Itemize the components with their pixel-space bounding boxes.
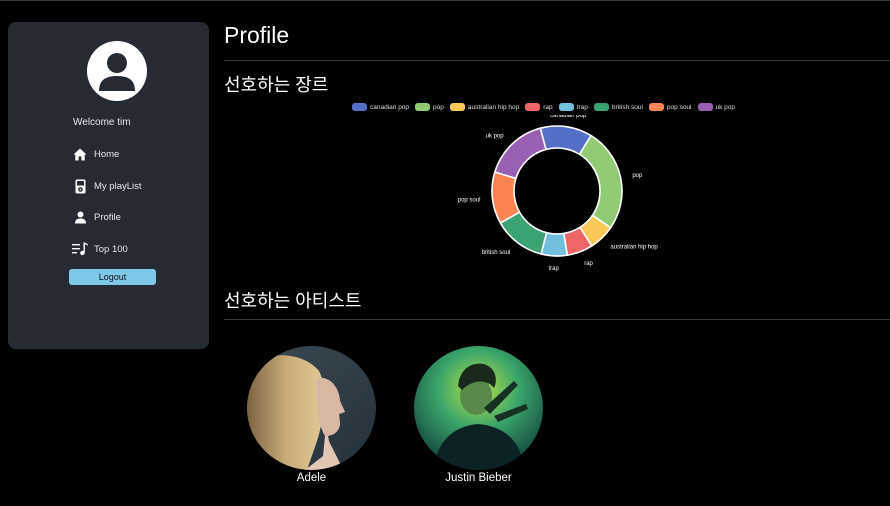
legend-swatch [352, 103, 367, 111]
home-icon [72, 146, 88, 162]
legend-item[interactable]: trap [558, 103, 588, 111]
divider [224, 60, 890, 61]
donut-label: pop soul [458, 197, 481, 203]
donut-slice-pop-soul[interactable] [491, 171, 521, 224]
sidebar-item-profile[interactable]: Profile [72, 208, 121, 226]
artist-photo-adele[interactable] [247, 346, 376, 470]
legend-label: australian hip hop [467, 103, 520, 111]
donut-label: uk pop [486, 134, 505, 140]
legend-item[interactable]: australian hip hop [449, 103, 520, 111]
legend-label: canadian pop [370, 103, 410, 111]
donut-slice-pop[interactable] [578, 134, 623, 229]
legend-swatch [449, 103, 465, 111]
ipod-icon [72, 178, 88, 194]
donut-label: rap [584, 261, 593, 267]
welcome-text: Welcome tim [73, 117, 131, 128]
legend-item[interactable]: uk pop [697, 103, 736, 111]
legend-swatch [648, 103, 664, 111]
donut-label: british soul [482, 250, 511, 256]
legend-item[interactable]: rap [525, 103, 553, 111]
logout-button[interactable]: Logout [69, 269, 156, 285]
music-list-icon [72, 241, 88, 257]
artist-name: Adele [296, 472, 327, 484]
genres-section-title: 선호하는 장르 [224, 75, 329, 95]
donut-label: pop [632, 173, 643, 179]
chart-legend: canadian pop pop australian hip hop rap … [352, 101, 741, 113]
donut-label: canadian pop [550, 115, 587, 119]
legend-item[interactable]: canadian pop [352, 103, 409, 111]
legend-item[interactable]: british soul [593, 103, 643, 111]
legend-item[interactable]: pop soul [648, 103, 692, 111]
sidebar-item-label: Profile [94, 211, 121, 223]
legend-label: pop soul [666, 103, 692, 111]
legend-swatch [558, 103, 574, 111]
genre-donut-chart: canadian pop pop australian hip hop rap trap… [458, 115, 659, 272]
avatar-icon [87, 41, 147, 101]
legend-label: rap [543, 103, 553, 111]
divider [224, 319, 890, 320]
legend-label: pop [433, 103, 444, 111]
sidebar-item-top-100[interactable]: Top 100 [72, 240, 128, 258]
legend-item[interactable]: pop [415, 103, 444, 111]
page-title: Profile [224, 22, 290, 48]
sidebar-item-label: My playList [94, 180, 142, 192]
legend-swatch [697, 103, 713, 111]
artist-name: Justin Bieber [445, 472, 512, 484]
top-border [0, 0, 890, 1]
donut-label: trap [548, 266, 559, 272]
sidebar: Welcome tim Home My playList Profile Top… [8, 22, 209, 349]
person-icon [72, 209, 88, 225]
donut-label: australian hip hop [610, 244, 658, 250]
artist-photo-justin-bieber[interactable] [414, 346, 543, 470]
artist-card-adele[interactable]: Adele [247, 346, 376, 484]
sidebar-item-home[interactable]: Home [72, 145, 119, 163]
legend-swatch [415, 103, 431, 111]
legend-label: uk pop [715, 103, 736, 111]
legend-swatch [593, 103, 609, 111]
legend-swatch [525, 103, 541, 111]
legend-label: trap [576, 103, 588, 111]
artists-section-title: 선호하는 아티스트 [224, 291, 362, 311]
artist-card-justin-bieber[interactable]: Justin Bieber [414, 346, 543, 484]
sidebar-item-label: Home [94, 148, 120, 160]
sidebar-item-label: Top 100 [94, 243, 128, 255]
sidebar-item-my-playlist[interactable]: My playList [72, 177, 142, 195]
legend-label: british soul [611, 103, 643, 111]
